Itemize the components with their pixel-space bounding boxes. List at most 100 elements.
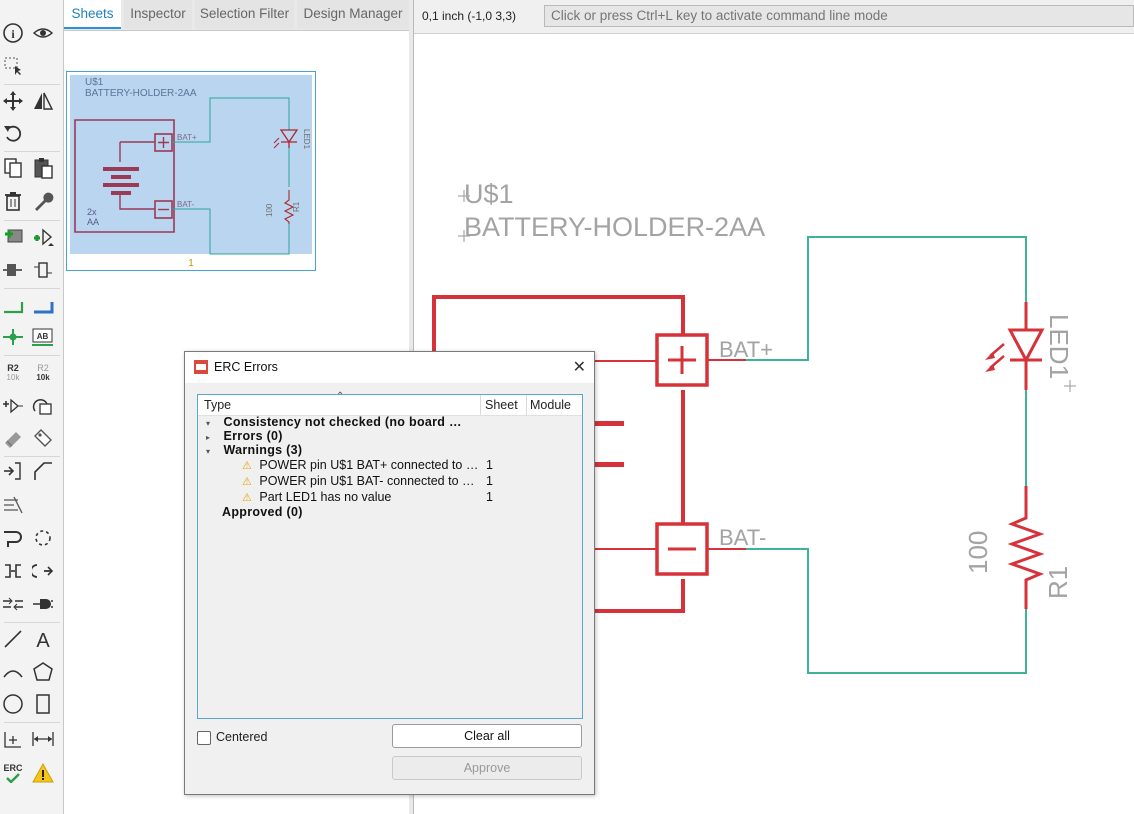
text-icon[interactable]: A xyxy=(30,626,56,652)
tree-row-warnings[interactable]: ▾ Warnings (3) xyxy=(206,443,302,459)
tab-inspector[interactable]: Inspector xyxy=(124,0,192,29)
command-line-input[interactable] xyxy=(544,5,1134,27)
sheet-thumbnail[interactable]: U$1 BATTERY-HOLDER-2AA 2x AA BAT+ BAT- L… xyxy=(66,71,316,271)
thumb-part-name: U$1 xyxy=(85,77,104,88)
reconnect-icon[interactable] xyxy=(30,525,56,551)
row-warnings-text: Warnings (3) xyxy=(223,443,303,457)
thumb-part-value: BATTERY-HOLDER-2AA xyxy=(85,88,197,99)
thumb-page-number: 1 xyxy=(188,258,194,269)
erc-icon[interactable]: ERC xyxy=(0,760,26,786)
column-type[interactable]: Type xyxy=(204,398,231,412)
warning-sheet: 1 xyxy=(486,490,493,504)
split-icon[interactable] xyxy=(0,458,26,484)
centered-checkbox[interactable] xyxy=(197,731,211,745)
warning-row[interactable]: ⚠ Part LED1 has no value 1 xyxy=(242,490,582,506)
sch-app-icon xyxy=(194,360,208,374)
smash-icon[interactable] xyxy=(0,425,26,451)
pin-swap-icon[interactable] xyxy=(0,393,26,419)
paste-icon[interactable] xyxy=(30,155,56,181)
net-break-icon[interactable] xyxy=(30,558,56,584)
name-icon[interactable]: R2 10k xyxy=(0,360,26,386)
collapse-icon: ▾ xyxy=(206,447,211,456)
warning-text: POWER pin U$1 BAT+ connected to … xyxy=(259,458,479,472)
label-icon-text: AB xyxy=(37,332,49,341)
tree-header: ⌃ Type Sheet Module xyxy=(198,391,582,416)
group-select-icon[interactable] xyxy=(0,53,26,79)
warning-icon: ⚠ xyxy=(242,476,252,488)
thumb-led-name: LED1 xyxy=(302,129,311,150)
name-icon-sub: 10k xyxy=(6,373,20,382)
tree-row-approved[interactable]: Approved (0) xyxy=(222,505,303,521)
line-icon[interactable] xyxy=(0,626,26,652)
part-name-label: U$1 xyxy=(464,179,514,209)
erc-tree-view[interactable]: ⌃ Type Sheet Module ▾ Consistency not ch… xyxy=(197,391,583,719)
warning-icon: ⚠ xyxy=(242,460,252,472)
column-module[interactable]: Module xyxy=(530,398,571,412)
thumb-pin-minus: BAT- xyxy=(177,200,195,209)
arc-icon[interactable] xyxy=(0,659,26,685)
column-sheet[interactable]: Sheet xyxy=(485,398,518,412)
row-errors-text: Errors (0) xyxy=(223,429,283,443)
svg-text:A: A xyxy=(36,630,50,650)
warning-icon[interactable] xyxy=(30,760,56,786)
connect-icon[interactable] xyxy=(0,591,26,617)
thumb-pin-plus: BAT+ xyxy=(177,133,197,142)
resistor-value-label: 100 xyxy=(963,531,993,574)
label-icon[interactable]: AB xyxy=(30,324,56,350)
warning-row[interactable]: ⚠ POWER pin U$1 BAT+ connected to … 1 xyxy=(242,458,582,474)
warning-text: Part LED1 has no value xyxy=(259,490,392,504)
eye-icon[interactable] xyxy=(30,20,56,46)
junction-icon[interactable] xyxy=(0,324,26,350)
delete-icon[interactable] xyxy=(0,188,26,214)
attribute-icon[interactable] xyxy=(30,425,56,451)
coordinate-readout: 0,1 inch (-1,0 3,3) xyxy=(422,9,517,23)
gate-icon[interactable] xyxy=(30,393,56,419)
wrench-icon[interactable] xyxy=(30,188,56,214)
status-bar: 0,1 inch (-1,0 3,3) xyxy=(414,0,1134,34)
add-pin-icon[interactable] xyxy=(30,224,56,250)
polygon-icon[interactable] xyxy=(30,659,56,685)
warning-icon: ⚠ xyxy=(242,492,252,504)
tab-selection-filter[interactable]: Selection Filter xyxy=(195,0,294,29)
rotate-icon[interactable] xyxy=(0,120,26,146)
pin-plus-label: BAT+ xyxy=(719,337,773,362)
clear-all-button[interactable]: Clear all xyxy=(392,724,582,748)
thumb-battery-count: 2x xyxy=(87,207,97,217)
gate-swap-icon[interactable] xyxy=(30,257,56,283)
part-value-label: BATTERY-HOLDER-2AA xyxy=(464,212,765,242)
copy-icon[interactable] xyxy=(0,155,26,181)
warning-sheet: 1 xyxy=(486,458,493,472)
name-icon-label: R2 xyxy=(7,363,19,373)
centered-label: Centered xyxy=(216,730,268,744)
circle-icon[interactable] xyxy=(0,691,26,717)
tab-sheets[interactable]: Sheets xyxy=(64,0,121,29)
rectangle-icon[interactable] xyxy=(30,691,56,717)
tab-design-manager[interactable]: Design Manager xyxy=(297,0,409,29)
dialog-title: ERC Errors xyxy=(214,360,278,374)
origin-icon[interactable] xyxy=(0,726,26,752)
invoke-icon[interactable] xyxy=(0,492,26,518)
sort-arrow-icon: ⌃ xyxy=(336,391,345,402)
mirror-icon[interactable] xyxy=(30,88,56,114)
info-icon[interactable]: i xyxy=(0,20,26,46)
close-icon[interactable]: ✕ xyxy=(573,357,586,377)
move-net-icon[interactable] xyxy=(0,525,26,551)
value-icon[interactable]: R2 10k xyxy=(30,360,56,386)
row-consistency-text: Consistency not checked (no board … xyxy=(223,415,462,429)
net-icon[interactable] xyxy=(0,292,26,318)
miter-icon[interactable] xyxy=(30,458,56,484)
resistor-name-label: R1 xyxy=(1043,566,1073,599)
led-name-label: LED1 xyxy=(1044,314,1074,379)
sheet-thumbnail-preview: U$1 BATTERY-HOLDER-2AA 2x AA BAT+ BAT- L… xyxy=(70,75,312,269)
pin-connect-icon[interactable] xyxy=(30,591,56,617)
dialog-titlebar[interactable]: ERC Errors ✕ xyxy=(185,352,594,383)
replace-icon[interactable] xyxy=(0,257,26,283)
warning-sheet: 1 xyxy=(486,474,493,488)
dimension-icon[interactable] xyxy=(30,726,56,752)
bus-icon[interactable] xyxy=(30,292,56,318)
approve-button[interactable]: Approve xyxy=(392,756,582,780)
repin-icon[interactable] xyxy=(0,558,26,584)
warning-row[interactable]: ⚠ POWER pin U$1 BAT- connected to … 1 xyxy=(242,474,582,490)
add-part-icon[interactable] xyxy=(0,224,26,250)
move-icon[interactable] xyxy=(0,88,26,114)
